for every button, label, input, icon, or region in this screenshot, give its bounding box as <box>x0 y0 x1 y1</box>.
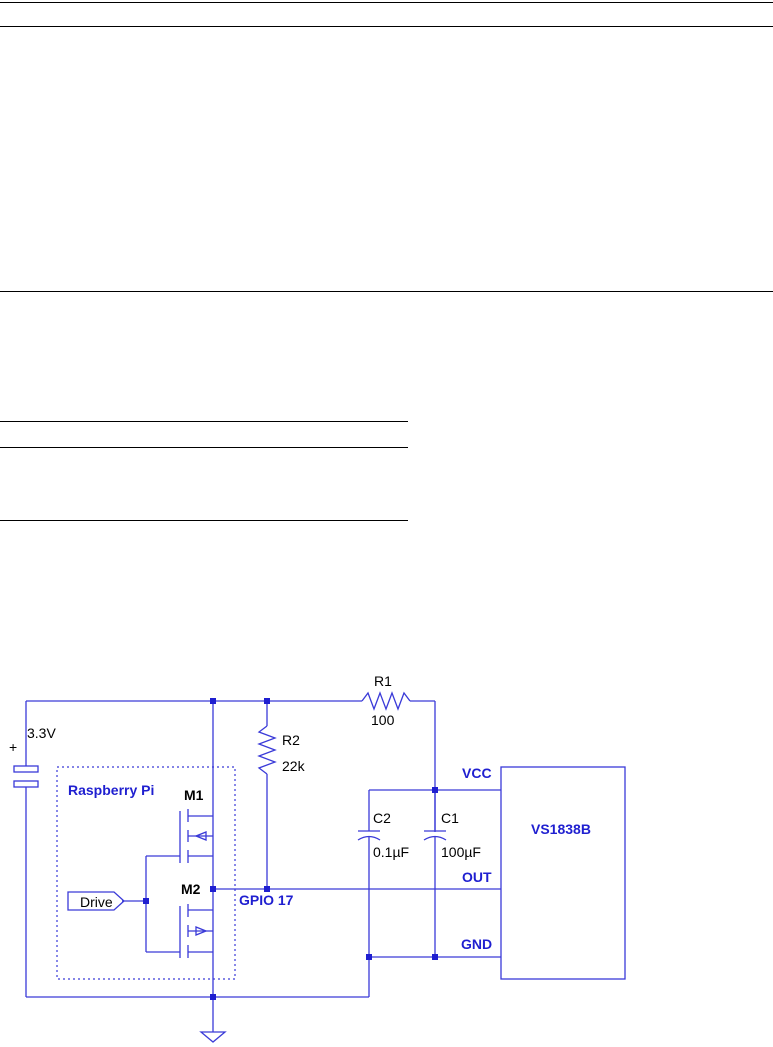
board-label: Raspberry Pi <box>68 782 154 798</box>
gpio-label: GPIO 17 <box>239 892 294 908</box>
c2-value: 0.1µF <box>373 844 409 860</box>
junction-node <box>143 898 149 904</box>
junction-node <box>210 698 216 704</box>
circuit-schematic: + 3.3V Raspberry Pi Drive M1 M2 R1 100 R… <box>9 673 626 1043</box>
r2-value: 22k <box>282 758 306 774</box>
pin-gnd-label: GND <box>461 936 492 952</box>
r2-resistor <box>257 725 277 775</box>
junction-node <box>210 886 216 892</box>
ic-name: VS1838B <box>531 821 591 837</box>
c1-name: C1 <box>441 810 459 826</box>
r1-value: 100 <box>371 712 395 728</box>
supply-label: 3.3V <box>27 725 56 741</box>
ground-symbol <box>199 1031 227 1043</box>
m1-label: M1 <box>184 787 204 803</box>
junction-node <box>432 954 438 960</box>
r1-name: R1 <box>374 673 392 689</box>
m2-label: M2 <box>181 881 201 897</box>
drive-label: Drive <box>80 894 113 910</box>
battery-plate-negative <box>13 780 39 788</box>
junction-node <box>432 787 438 793</box>
vs1838b-ic <box>500 766 626 980</box>
junction-node <box>210 994 216 1000</box>
junction-node <box>264 698 270 704</box>
junction-node <box>366 954 372 960</box>
c1-value: 100µF <box>441 844 481 860</box>
c2-name: C2 <box>373 810 391 826</box>
r1-resistor <box>361 691 411 711</box>
battery-plate-positive <box>13 765 39 773</box>
pin-out-label: OUT <box>462 869 492 885</box>
r2-name: R2 <box>282 732 300 748</box>
battery-plus-label: + <box>9 739 17 755</box>
pin-vcc-label: VCC <box>462 765 492 781</box>
